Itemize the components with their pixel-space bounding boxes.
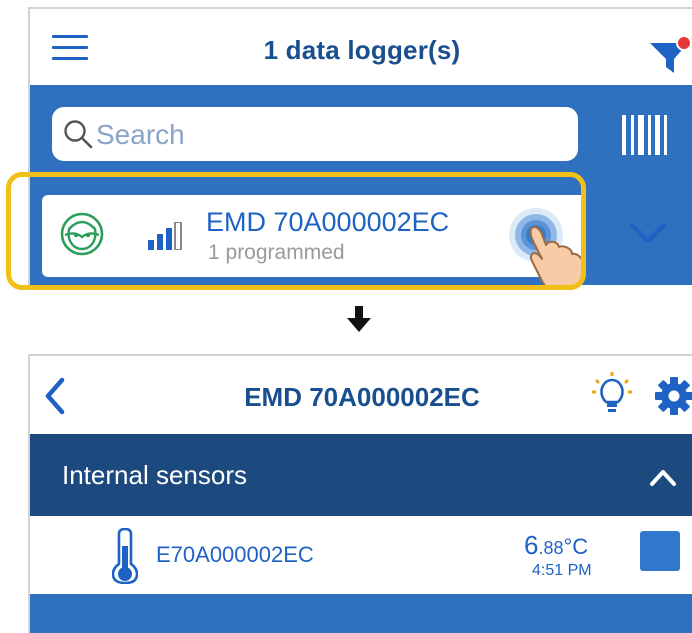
filter-icon[interactable] bbox=[648, 31, 692, 77]
page-title: 1 data logger(s) bbox=[263, 35, 461, 65]
temperature-integer: 6 bbox=[524, 530, 539, 560]
bottom-band bbox=[30, 594, 692, 633]
sensor-list-item[interactable]: E70A000002EC 6.88°C 4:51 PM bbox=[30, 516, 692, 594]
list-header: 1 data logger(s) bbox=[30, 9, 692, 85]
chevron-up-icon[interactable] bbox=[648, 466, 678, 488]
internal-sensors-section[interactable]: Internal sensors bbox=[30, 434, 692, 516]
search-input[interactable]: Search bbox=[52, 107, 578, 161]
arrow-down-icon bbox=[347, 306, 371, 332]
search-placeholder: Search bbox=[96, 119, 185, 150]
section-title: Internal sensors bbox=[62, 460, 247, 490]
temperature-unit: °C bbox=[563, 534, 589, 559]
gear-icon[interactable] bbox=[654, 376, 692, 416]
temperature-reading: 6.88°C 4:51 PM bbox=[524, 530, 604, 579]
sensor-id: E70A000002EC bbox=[156, 542, 314, 567]
lightbulb-icon[interactable] bbox=[592, 372, 632, 416]
chevron-down-icon[interactable] bbox=[628, 219, 668, 247]
highlight-frame bbox=[6, 172, 586, 290]
barcode-scan-icon[interactable] bbox=[622, 115, 670, 155]
sensor-color-indicator bbox=[640, 531, 680, 571]
detail-header: EMD 70A000002EC bbox=[30, 356, 692, 434]
reading-time: 4:51 PM bbox=[532, 562, 592, 579]
logger-detail-screen: EMD 70A000002EC Internal sensors E70A000… bbox=[28, 354, 692, 633]
temperature-decimal: .88 bbox=[538, 538, 564, 558]
search-icon bbox=[64, 120, 93, 149]
thermometer-icon bbox=[112, 528, 138, 584]
